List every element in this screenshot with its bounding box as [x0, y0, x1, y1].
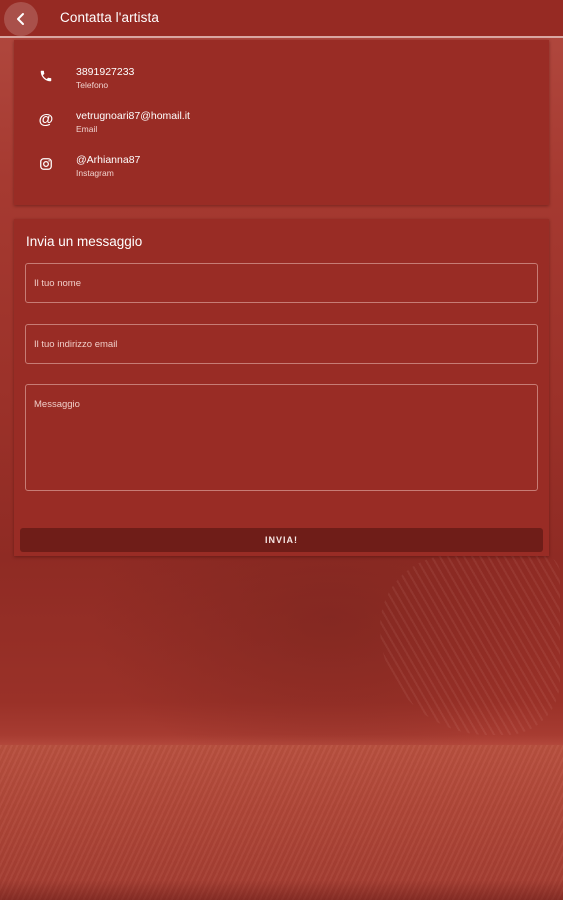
contact-email[interactable]: @ vetrugnoari87@homail.it Email — [14, 110, 549, 146]
name-placeholder: Il tuo nome — [34, 278, 81, 289]
form-title: Invia un messaggio — [26, 234, 143, 249]
page-title: Contatta l'artista — [60, 10, 159, 25]
email-input[interactable]: Il tuo indirizzo email — [25, 324, 538, 364]
back-button[interactable] — [4, 2, 38, 36]
message-placeholder: Messaggio — [34, 399, 80, 410]
email-label: Email — [76, 124, 98, 134]
message-form-card: Invia un messaggio Il tuo nome Il tuo in… — [14, 219, 549, 556]
contact-phone[interactable]: 3891927233 Telefono — [14, 66, 549, 102]
phone-value: 3891927233 — [76, 66, 135, 78]
background-shade — [0, 880, 563, 900]
contact-info-card: 3891927233 Telefono @ vetrugnoari87@homa… — [14, 40, 549, 205]
email-placeholder: Il tuo indirizzo email — [34, 339, 118, 350]
background-ground — [0, 745, 563, 900]
phone-icon — [38, 68, 54, 84]
name-input[interactable]: Il tuo nome — [25, 263, 538, 303]
phone-label: Telefono — [76, 80, 109, 90]
email-value: vetrugnoari87@homail.it — [76, 110, 190, 122]
chevron-left-icon — [14, 12, 28, 26]
at-icon: @ — [38, 111, 54, 128]
app-bar: Contatta l'artista — [0, 0, 563, 38]
contact-instagram[interactable]: @Arhianna87 Instagram — [14, 154, 549, 190]
message-textarea[interactable]: Messaggio — [25, 384, 538, 491]
instagram-icon — [38, 156, 54, 172]
instagram-value: @Arhianna87 — [76, 154, 141, 166]
instagram-label: Instagram — [76, 168, 114, 178]
send-button[interactable]: INVIA! — [20, 528, 543, 552]
